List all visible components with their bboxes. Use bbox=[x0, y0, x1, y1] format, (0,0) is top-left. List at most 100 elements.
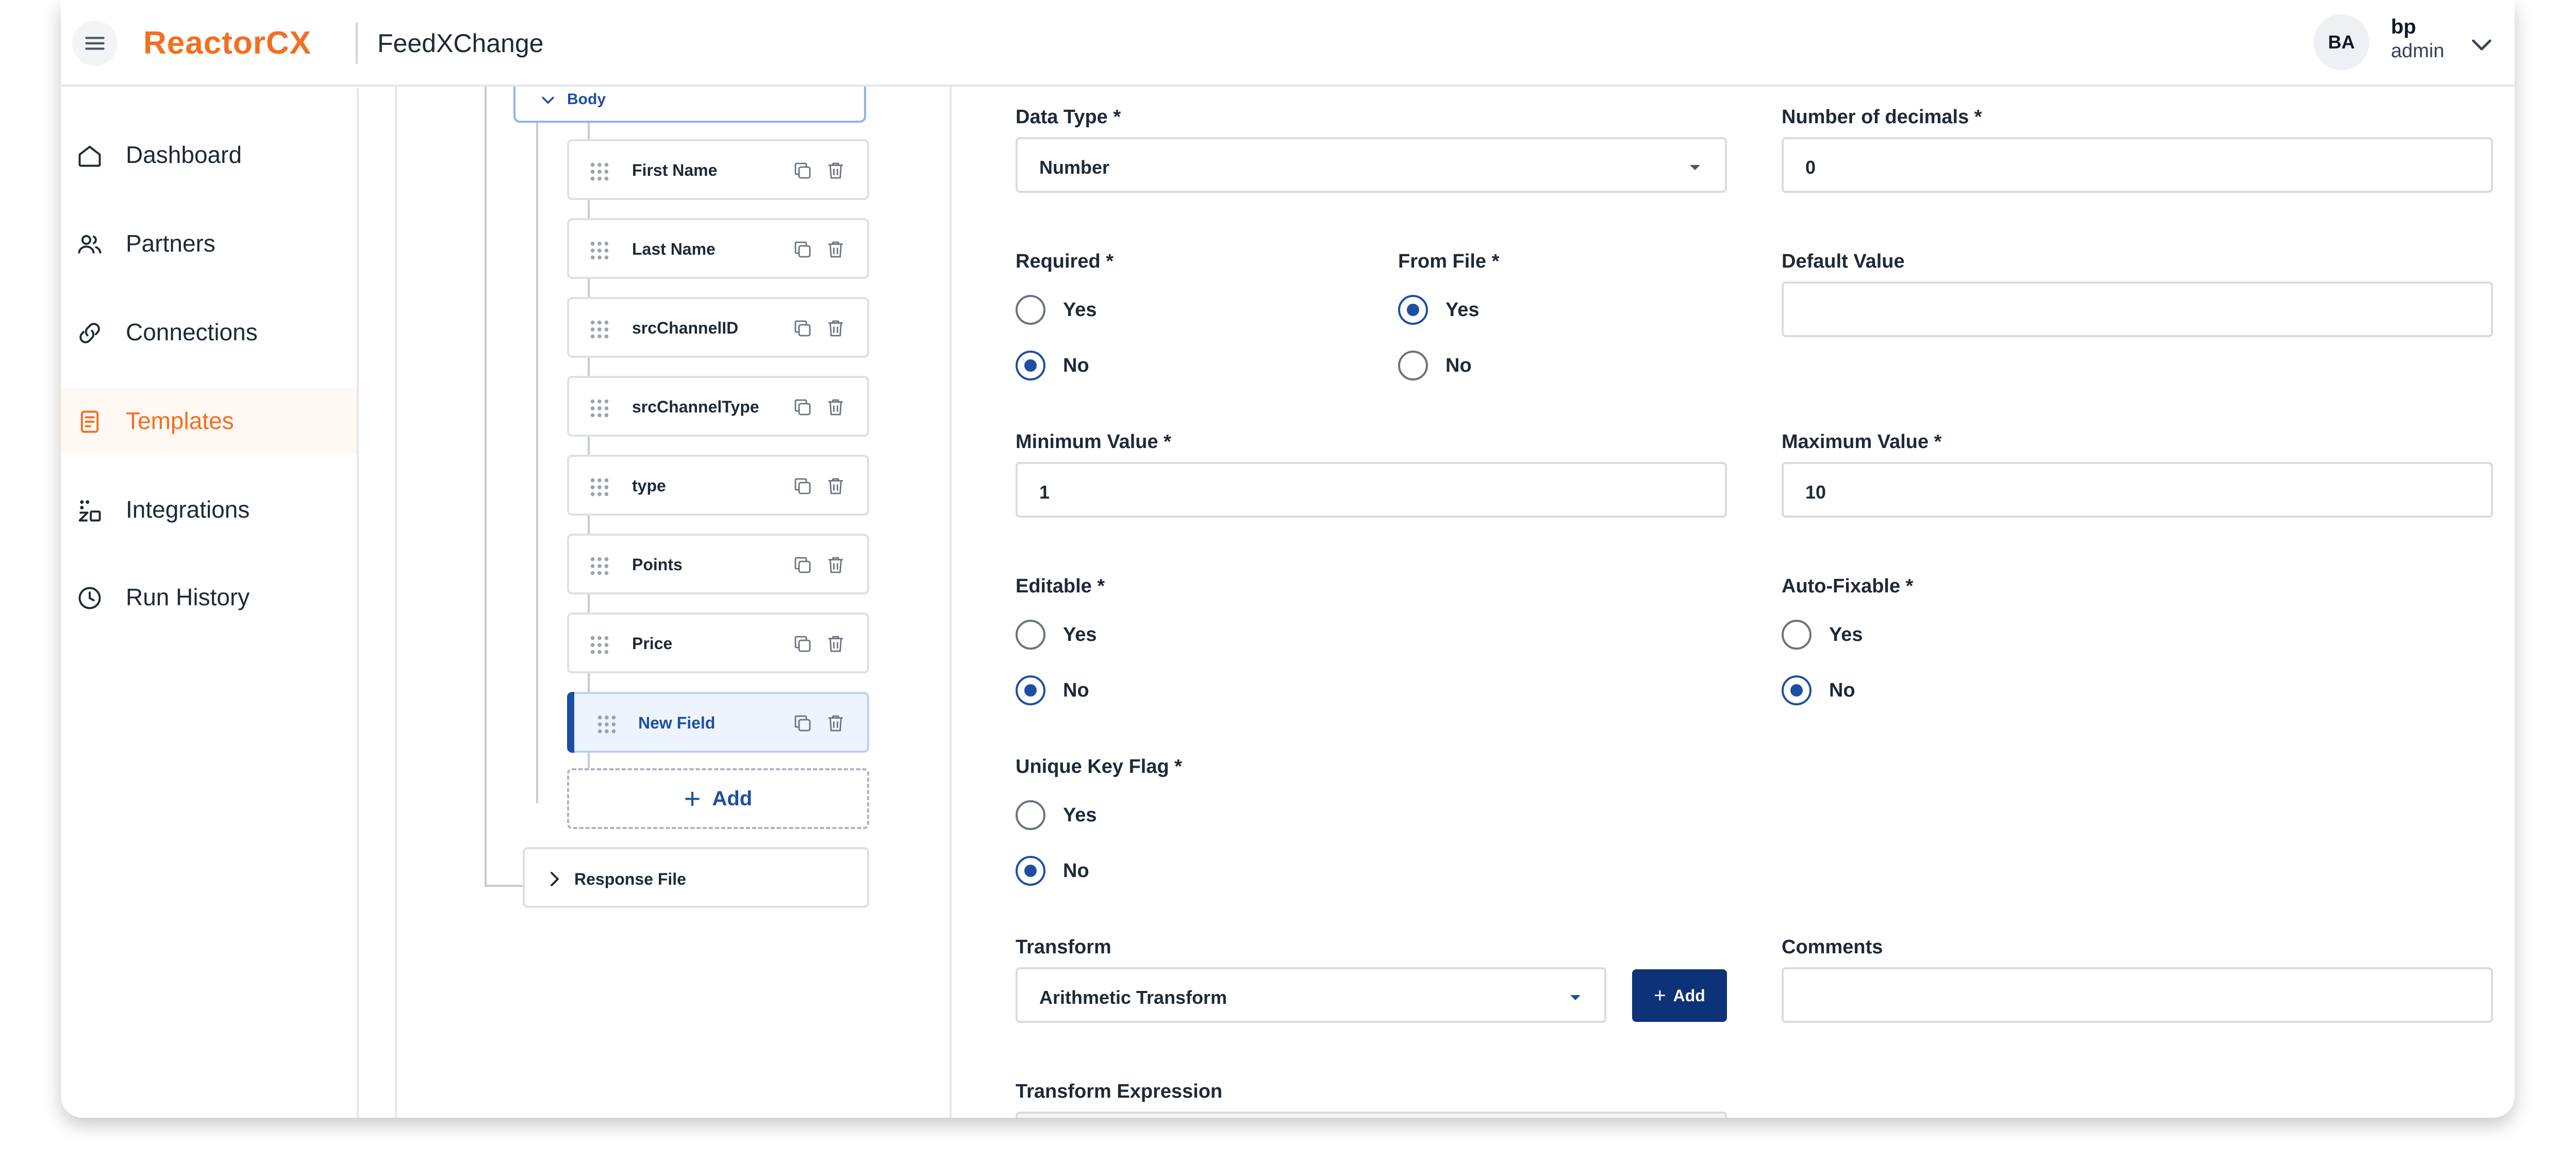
required-yes-radio[interactable] bbox=[1016, 295, 1045, 325]
default-value-input[interactable] bbox=[1782, 282, 2493, 337]
copy-icon[interactable] bbox=[792, 396, 813, 418]
decimals-input[interactable]: 0 bbox=[1782, 137, 2493, 193]
copy-icon[interactable] bbox=[792, 239, 813, 260]
decimals-label: Number of decimals * bbox=[1782, 106, 1982, 128]
plus-icon: + bbox=[684, 782, 701, 815]
sidebar-item-label: Partners bbox=[126, 230, 215, 257]
required-label: Required * bbox=[1016, 251, 1114, 272]
tree-field-new-field[interactable]: New Field bbox=[567, 692, 869, 753]
unique-key-no-label: No bbox=[1063, 860, 1089, 882]
min-value-value: 1 bbox=[1039, 482, 1050, 503]
max-value-input[interactable]: 10 bbox=[1782, 462, 2493, 518]
tree-field-type[interactable]: type bbox=[567, 455, 869, 516]
drag-handle-icon[interactable] bbox=[588, 475, 611, 499]
required-no-label: No bbox=[1063, 355, 1089, 376]
user-role: admin bbox=[2391, 40, 2445, 62]
editable-no-label: No bbox=[1063, 680, 1089, 701]
sidebar-item-partners[interactable]: Partners bbox=[61, 210, 357, 276]
trash-icon[interactable] bbox=[825, 713, 846, 734]
integrations-icon bbox=[78, 500, 101, 522]
copy-icon[interactable] bbox=[792, 554, 813, 576]
drag-handle-icon[interactable] bbox=[588, 160, 611, 184]
drag-handle-icon[interactable] bbox=[588, 239, 611, 262]
trash-icon[interactable] bbox=[825, 475, 846, 497]
tree-field-src-channel-id[interactable]: srcChannelID bbox=[567, 297, 869, 358]
trash-icon[interactable] bbox=[825, 239, 846, 260]
min-value-input[interactable]: 1 bbox=[1016, 462, 1727, 518]
brand-name: ReactorCX bbox=[143, 25, 311, 61]
comments-label: Comments bbox=[1782, 936, 1883, 958]
editable-yes-radio[interactable] bbox=[1016, 620, 1045, 650]
drag-handle-icon[interactable] bbox=[588, 318, 611, 341]
sidebar-item-integrations[interactable]: Integrations bbox=[61, 476, 357, 542]
caret-down-icon bbox=[1690, 165, 1700, 170]
from-file-yes-label: Yes bbox=[1445, 299, 1480, 321]
drag-handle-icon[interactable] bbox=[588, 396, 611, 420]
brand-logo[interactable]: ReactorCX bbox=[143, 14, 311, 71]
field-properties-form bbox=[966, 87, 2515, 1118]
copy-icon[interactable] bbox=[792, 713, 813, 734]
chevron-down-icon[interactable] bbox=[539, 92, 557, 109]
trash-icon[interactable] bbox=[825, 633, 846, 655]
user-avatar[interactable]: BA bbox=[2314, 14, 2369, 70]
unique-key-label: Unique Key Flag * bbox=[1016, 756, 1183, 777]
copy-icon[interactable] bbox=[792, 160, 813, 181]
top-bar: ReactorCX FeedXChange BA bp admin bbox=[61, 0, 2515, 87]
hamburger-icon bbox=[85, 37, 105, 50]
min-value-label: Minimum Value * bbox=[1016, 431, 1171, 453]
sidebar-item-run-history[interactable]: Run History bbox=[61, 564, 357, 630]
tree-field-label: Last Name bbox=[632, 240, 716, 258]
chevron-right-icon[interactable] bbox=[545, 870, 564, 888]
required-no-radio[interactable] bbox=[1016, 351, 1045, 381]
editable-no-radio[interactable] bbox=[1016, 675, 1045, 705]
brand-divider bbox=[356, 23, 358, 64]
tree-field-label: srcChannelID bbox=[632, 319, 739, 337]
add-transform-button[interactable]: + Add bbox=[1632, 969, 1727, 1022]
tree-field-points[interactable]: Points bbox=[567, 534, 869, 594]
tree-field-price[interactable]: Price bbox=[567, 613, 869, 673]
sidebar-item-templates[interactable]: Templates bbox=[61, 388, 357, 454]
required-yes-label: Yes bbox=[1063, 299, 1097, 321]
from-file-no-radio[interactable] bbox=[1398, 351, 1428, 381]
data-type-select[interactable]: Number bbox=[1016, 137, 1727, 193]
sidebar-item-label: Connections bbox=[126, 319, 258, 345]
tree-node-response-file[interactable]: Response File bbox=[523, 847, 869, 908]
add-field-label: Add bbox=[712, 787, 753, 810]
menu-button[interactable] bbox=[72, 21, 118, 66]
tree-node-label: Response File bbox=[574, 870, 686, 888]
trash-icon[interactable] bbox=[825, 318, 846, 339]
transform-select[interactable]: Arithmetic Transform bbox=[1016, 967, 1606, 1023]
sidebar-item-connections[interactable]: Connections bbox=[61, 299, 357, 365]
transform-expression-input[interactable] bbox=[1016, 1112, 1727, 1118]
unique-key-no-radio[interactable] bbox=[1016, 856, 1045, 886]
copy-icon[interactable] bbox=[792, 318, 813, 339]
from-file-yes-radio[interactable] bbox=[1398, 295, 1428, 325]
chevron-down-icon[interactable] bbox=[2467, 30, 2496, 59]
drag-handle-icon[interactable] bbox=[588, 633, 611, 657]
from-file-label: From File * bbox=[1398, 251, 1500, 272]
copy-icon[interactable] bbox=[792, 475, 813, 497]
auto-fixable-yes-radio[interactable] bbox=[1782, 620, 1811, 650]
auto-fixable-yes-label: Yes bbox=[1829, 624, 1863, 646]
trash-icon[interactable] bbox=[825, 554, 846, 576]
caret-down-icon bbox=[1570, 995, 1581, 1000]
add-field-button[interactable]: + Add bbox=[567, 768, 869, 829]
copy-icon[interactable] bbox=[792, 633, 813, 655]
sidebar-item-label: Integrations bbox=[126, 496, 250, 523]
drag-handle-icon[interactable] bbox=[595, 713, 619, 736]
sidebar-item-dashboard[interactable]: Dashboard bbox=[61, 122, 357, 188]
data-type-label: Data Type * bbox=[1016, 106, 1121, 128]
tree-node-body[interactable]: Body bbox=[513, 87, 866, 123]
tree-field-label: Price bbox=[632, 634, 673, 653]
tree-field-last-name[interactable]: Last Name bbox=[567, 218, 869, 279]
auto-fixable-no-radio[interactable] bbox=[1782, 675, 1811, 705]
trash-icon[interactable] bbox=[825, 160, 846, 181]
sidebar-item-label: Templates bbox=[126, 407, 234, 434]
plus-icon: + bbox=[1654, 984, 1666, 1007]
trash-icon[interactable] bbox=[825, 396, 846, 418]
tree-field-first-name[interactable]: First Name bbox=[567, 139, 869, 200]
comments-input[interactable] bbox=[1782, 967, 2493, 1023]
tree-field-src-channel-type[interactable]: srcChannelType bbox=[567, 376, 869, 437]
unique-key-yes-radio[interactable] bbox=[1016, 800, 1045, 830]
drag-handle-icon[interactable] bbox=[588, 554, 611, 578]
